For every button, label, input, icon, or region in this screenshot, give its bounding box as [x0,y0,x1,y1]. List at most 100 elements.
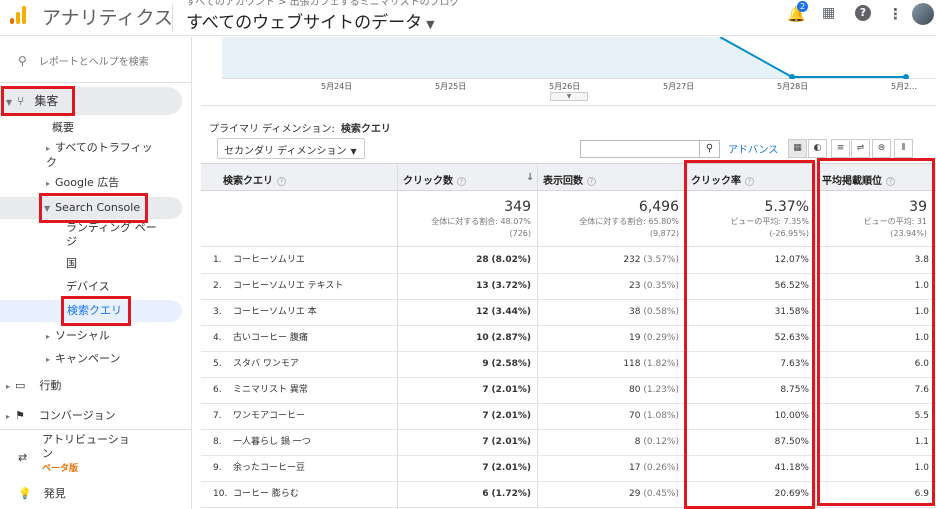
query-link[interactable]: ミニマリスト 異常 [233,384,308,396]
sidebar-search-placeholder: レポートとヘルプを検索 [38,57,149,68]
sidebar-search[interactable]: ⚲ レポートとヘルプを検索 [18,53,149,68]
sidebar-item-conversions[interactable]: ▸ ⚑ コンバージョン [6,409,116,424]
chart-date-label: 5月26日 [549,82,581,91]
chart-date-label: 5月28日 [777,82,809,91]
query-link[interactable]: ワンモアコーヒー [233,410,305,422]
impressions-cell: 19 (0.29%) [629,333,679,343]
query-link[interactable]: スタバ ワンモア [233,358,299,370]
row-number: 2. [213,281,222,291]
comparison-view-icon[interactable]: ⇌ [851,139,870,158]
row-number: 3. [213,307,222,317]
chart-collapse-handle[interactable]: ▼ [550,92,588,101]
sidebar-item-social[interactable]: ▸ ソーシャル [46,329,110,344]
query-link[interactable]: 古いコーヒー 腹痛 [233,332,308,344]
chart-date-label: 5月24日 [321,82,353,91]
performance-view-icon[interactable]: ≡ [831,139,850,158]
column-header-query[interactable]: 検索クエリ? [223,172,286,187]
sidebar-item-discover[interactable]: 💡 発見 [18,487,66,501]
view-name: すべてのウェブサイトのデータ [186,13,423,33]
highlight-box [817,158,935,506]
impressions-cell: 70 (1.08%) [629,411,679,421]
highlight-box [39,193,148,223]
row-number: 6. [213,385,222,395]
clicks-cell: 7 (2.01%) [482,411,531,421]
search-icon[interactable]: ⚲ [699,140,720,158]
column-header-clicks[interactable]: クリック数? [403,172,466,187]
search-icon: ⚲ [18,54,27,68]
apps-grid-icon[interactable]: ▦ [822,5,835,21]
total-impressions: 6,496 全体に対する割合: 65.80% (9,872) [579,199,679,238]
avatar[interactable] [912,3,934,25]
sidebar-item-behavior[interactable]: ▸ ▭ 行動 [6,379,61,394]
highlight-box [1,86,75,116]
secondary-dimension-dropdown[interactable]: セカンダリ ディメンション ▼ [217,138,365,159]
pie-view-icon[interactable]: ◐ [808,139,827,158]
clicks-cell: 7 (2.01%) [482,463,531,473]
row-number: 4. [213,333,222,343]
impressions-cell: 8 (0.12%) [634,437,679,447]
clicks-cell: 6 (1.72%) [482,489,531,499]
app-name[interactable]: アナリティクス [42,3,173,30]
sidebar-item-overview[interactable]: 概要 [52,121,74,135]
clicks-cell: 12 (3.44%) [476,307,531,317]
query-link[interactable]: コーヒーソムリエ テキスト [233,280,343,292]
sidebar-item-google-ads[interactable]: ▸ Google 広告 [46,176,119,191]
row-number: 7. [213,411,222,421]
advanced-filter-link[interactable]: アドバンス [728,141,778,156]
impressions-cell: 23 (0.35%) [629,281,679,291]
header-divider [172,4,173,32]
attribution-icon: ⇄ [18,451,28,464]
query-link[interactable]: コーヒーソムリエ 本 [233,306,317,318]
caret-right-icon: ▸ [46,179,51,188]
help-icon[interactable]: ? [855,5,871,21]
impressions-cell: 232 (3.57%) [623,255,679,265]
term-cloud-icon[interactable]: ⊜ [872,139,891,158]
pivot-view-icon[interactable]: ⦀ [894,139,913,158]
row-number: 8. [213,437,222,447]
clicks-cell: 7 (2.01%) [482,437,531,447]
query-link[interactable]: 一人暮らし 鍋 一つ [233,436,311,448]
notification-badge: 2 [797,1,808,12]
row-number: 5. [213,359,222,369]
lightbulb-icon: 💡 [18,487,32,500]
trend-chart [222,37,936,79]
clicks-cell: 7 (2.01%) [482,385,531,395]
sidebar-item-landing-pages[interactable]: ランディング ページ [66,221,166,249]
report-main: 5月24日 5月25日 5月26日 5月27日 5月28日 5月2… ▼ プライ… [201,37,936,509]
caret-down-icon: ▼ [350,147,357,156]
query-link[interactable]: 余ったコーヒー豆 [233,462,305,474]
breadcrumb[interactable]: すべてのアカウント > 出張カフェするミニマリストのブログ [186,0,460,8]
sort-arrow-icon: ↓ [526,172,535,183]
divider [201,105,936,106]
behavior-icon: ▭ [15,379,26,392]
row-number: 10. [213,489,228,499]
sidebar-item-attribution[interactable]: アトリビューション ベータ版 [42,433,134,476]
caret-right-icon: ▸ [46,355,51,364]
query-link[interactable]: コーヒー 膨らむ [233,488,299,500]
more-vert-icon[interactable]: ⋮ [888,5,903,23]
divider [0,429,192,430]
caret-right-icon: ▸ [6,412,11,421]
chart-date-label: 5月27日 [663,82,695,91]
sidebar-item-devices[interactable]: デバイス [66,280,110,294]
table-search-input[interactable] [580,140,700,158]
row-divider [201,507,936,508]
sidebar-item-countries[interactable]: 国 [66,257,77,271]
impressions-cell: 118 (1.82%) [623,359,679,369]
impressions-cell: 17 (0.26%) [629,463,679,473]
top-header: アナリティクス すべてのアカウント > 出張カフェするミニマリストのブログ すべ… [0,0,936,36]
view-selector[interactable]: すべてのウェブサイトのデータ ▼ [186,8,435,33]
sidebar-item-all-traffic[interactable]: ▸ すべてのトラフィック [46,141,156,170]
chart-date-label: 5月2… [891,82,918,91]
beta-label: ベータ版 [42,464,79,474]
divider [0,82,192,83]
sidebar-item-campaigns[interactable]: ▸ キャンペーン [46,352,120,367]
clicks-cell: 13 (3.72%) [476,281,531,291]
query-link[interactable]: コーヒーソムリエ [233,254,305,266]
flag-icon: ⚑ [15,409,25,422]
analytics-logo-icon[interactable] [10,6,26,24]
column-header-impressions[interactable]: 表示回数? [543,172,596,187]
table-view-icon[interactable]: ▦ [788,139,807,158]
clicks-cell: 10 (2.87%) [476,333,531,343]
help-icon: ? [457,177,466,186]
